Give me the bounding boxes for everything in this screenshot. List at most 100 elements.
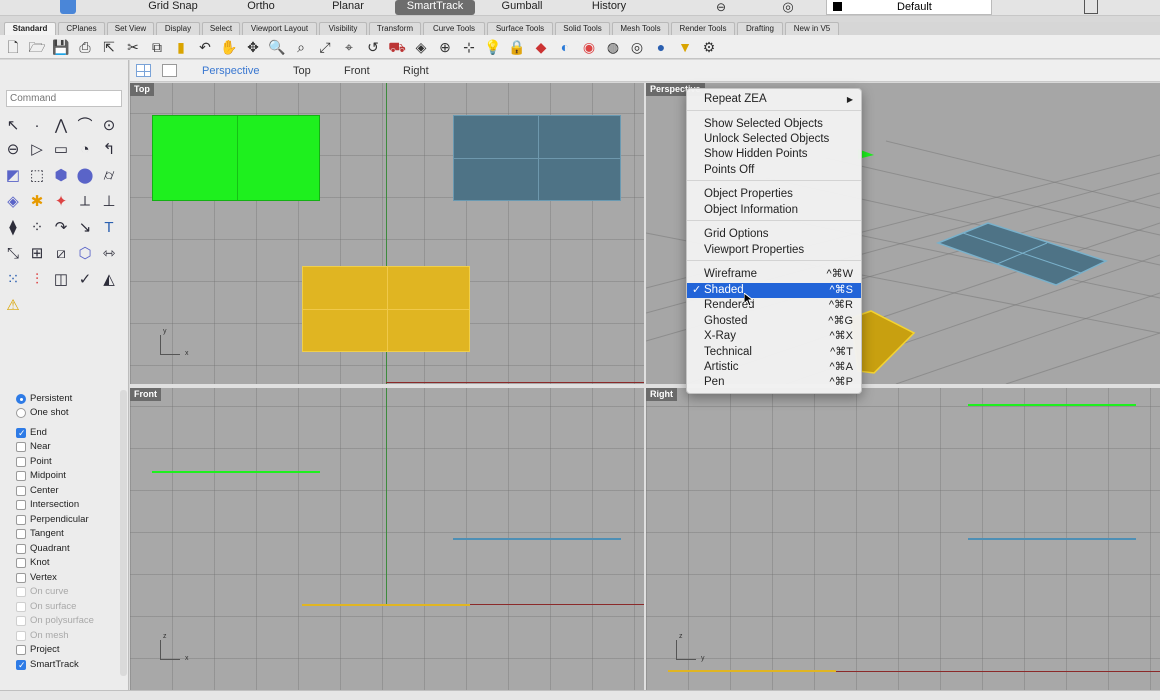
top-viewport[interactable]: yx Top [130,83,644,384]
zoom-icon[interactable]: 🔍 [268,38,286,56]
checkbox[interactable] [16,659,26,671]
new-file-icon[interactable]: 🗋 [4,38,22,56]
ellipse-icon[interactable]: ⊖ [2,140,24,160]
yellow-rectangle[interactable] [302,266,470,352]
tab-select[interactable]: Select [202,22,240,35]
tab-display[interactable]: Display [156,22,200,35]
cut-icon[interactable]: ✂ [124,38,142,56]
menu-item-show-hidden-points[interactable]: Show Hidden Points [687,147,861,162]
panel-scrollbar[interactable] [120,390,127,676]
color-wheel-icon[interactable]: ◉ [580,38,598,56]
target-icon[interactable]: ◎ [780,0,796,15]
move-icon[interactable]: ⤡ [2,244,24,264]
yellow-edge[interactable] [302,604,470,606]
copy-icon[interactable]: ⧉ [148,38,166,56]
cylinder-icon[interactable]: ⌭ [98,166,120,186]
tab-set-view[interactable]: Set View [107,22,154,35]
blue-edge[interactable] [968,538,1136,540]
menu-item-ghosted[interactable]: Ghosted ^⌘G [687,314,861,329]
tab-render-tools[interactable]: Render Tools [671,22,735,35]
tab-perspective[interactable]: Perspective [202,64,259,78]
blue-rectangle[interactable] [453,115,621,201]
gumball-toggle[interactable]: Gumball [488,0,556,15]
arc-icon[interactable]: ◔ [74,140,96,160]
group-icon[interactable]: ⧫ [2,218,24,238]
menu-item-unlock-selected-objects[interactable]: Unlock Selected Objects [687,132,861,147]
menu-item-rendered[interactable]: Rendered ^⌘R [687,298,861,313]
menu-item-artistic[interactable]: Artistic ^⌘A [687,360,861,375]
rectangle-icon[interactable]: ▭ [50,140,72,160]
sphere-tool-icon[interactable]: ⬤ [74,166,96,186]
checkbox[interactable] [16,457,26,467]
lock-icon[interactable]: 🔒 [508,38,526,56]
grid-array-icon[interactable]: ⁙ [2,270,24,290]
boolean-icon[interactable]: ✱ [26,192,48,212]
planar-toggle[interactable]: Planar [318,0,378,15]
split-icon[interactable]: ⊥ [98,192,120,212]
export-icon[interactable]: ⇱ [100,38,118,56]
print-icon[interactable]: ⎙ [76,38,94,56]
ortho-toggle[interactable]: Ortho [232,0,290,15]
tab-solid-tools[interactable]: Solid Tools [555,22,610,35]
pan-icon[interactable]: ✋ [220,38,238,56]
radio-button[interactable] [16,394,26,404]
checkbox[interactable] [16,427,26,439]
undo-icon[interactable]: ↶ [196,38,214,56]
gumball-icon[interactable]: ⫶ [26,270,48,290]
menu-item-x-ray[interactable]: X-Ray ^⌘X [687,329,861,344]
blue-edge[interactable] [453,538,621,540]
sphere-icon[interactable]: ◍ [604,38,622,56]
trim-icon[interactable]: ↘ [74,218,96,238]
box-icon[interactable]: ⬢ [50,166,72,186]
menu-item-points-off[interactable]: Points Off [687,163,861,178]
tab-viewport-layout[interactable]: Viewport Layout [242,22,317,35]
curve-icon[interactable]: ⌒ [74,116,96,136]
paste-icon[interactable]: ▮ [172,38,190,56]
four-view-layout-icon[interactable] [136,64,151,77]
zoom-selected-icon[interactable]: ⌖ [340,38,358,56]
smarttrack-toggle[interactable]: SmartTrack [395,0,475,15]
tab-curve-tools[interactable]: Curve Tools [423,22,485,35]
viewport-label-front[interactable]: Front [130,388,161,401]
filter-icon[interactable]: ▼ [676,38,694,56]
circle-icon[interactable]: ⊙ [98,116,120,136]
osnap-icon[interactable]: ⊖ [713,0,729,15]
mirror-icon[interactable]: ⧄ [50,244,72,264]
set-cplane-icon[interactable]: ⊹ [460,38,478,56]
menu-item-technical[interactable]: Technical ^⌘T [687,345,861,360]
extrude-icon[interactable]: ⬚ [26,166,48,186]
array-icon[interactable]: ⊞ [26,244,48,264]
options-icon[interactable]: ⚙ [700,38,718,56]
tab-transform[interactable]: Transform [369,22,421,35]
front-viewport[interactable]: zx Front [130,388,644,690]
render-icon[interactable]: ◐ [556,38,574,56]
menu-item-object-information[interactable]: Object Information [687,203,861,218]
material-icon[interactable]: ◎ [628,38,646,56]
menu-item-show-selected-objects[interactable]: Show Selected Objects [687,117,861,132]
checkbox[interactable] [16,529,26,539]
menu-item-viewport-properties[interactable]: Viewport Properties [687,243,861,258]
checkbox[interactable] [16,544,26,554]
select-arrow-icon[interactable]: ↖ [2,116,24,136]
tab-front[interactable]: Front [344,64,370,78]
menu-item-wireframe[interactable]: Wireframe ^⌘W [687,267,861,282]
tab-top[interactable]: Top [293,64,311,78]
menu-item-repeat-zea[interactable]: Repeat ZEA ▶ [687,92,861,107]
layer-icon[interactable]: ◆ [532,38,550,56]
dimension-icon[interactable]: ⇿ [98,244,120,264]
tab-mesh-tools[interactable]: Mesh Tools [612,22,669,35]
layer-selector[interactable]: Default [826,0,992,15]
light-icon[interactable]: 💡 [484,38,502,56]
polygon-icon[interactable]: ▷ [26,140,48,160]
flow-icon[interactable]: ◫ [50,270,72,290]
single-view-layout-icon[interactable] [162,64,177,77]
checkbox[interactable] [16,486,26,496]
cplane-icon[interactable]: ⊕ [436,38,454,56]
right-viewport[interactable]: zy Right [646,388,1160,690]
zoom-window-icon[interactable]: ⌕ [292,38,310,56]
globe-icon[interactable]: ● [652,38,670,56]
fillet-icon[interactable]: ↰ [98,140,120,160]
viewport-label-right[interactable]: Right [646,388,677,401]
zoom-extents-icon[interactable]: ⤢ [316,38,334,56]
text-icon[interactable]: T [98,218,120,238]
